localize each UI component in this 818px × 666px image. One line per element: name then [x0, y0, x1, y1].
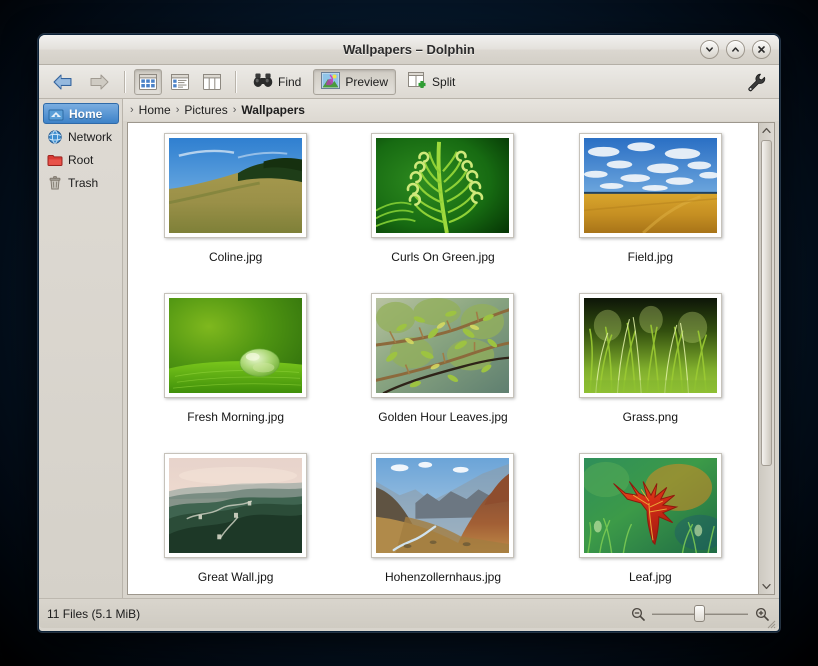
sidebar-item-label: Home — [69, 106, 103, 121]
back-button[interactable] — [47, 69, 79, 95]
window-controls — [700, 40, 771, 59]
thumbnail-image-curls — [376, 138, 510, 233]
scrollbar-track[interactable] — [759, 138, 774, 579]
window-titlebar[interactable]: Wallpapers – Dolphin — [39, 35, 779, 65]
vertical-scrollbar[interactable] — [758, 122, 775, 595]
file-item[interactable]: Fresh Morning.jpg — [132, 290, 339, 450]
preview-button-label: Preview — [345, 74, 389, 89]
find-button[interactable]: Find — [245, 69, 309, 95]
desktop-background: Wallpapers – Dolphin Find Preview Split … — [0, 0, 818, 666]
window-title: Wallpapers – Dolphin — [343, 42, 475, 57]
zoom-out-icon[interactable] — [631, 607, 645, 621]
toolbar-separator — [124, 70, 125, 93]
breadcrumb-separator: › — [130, 104, 134, 116]
breadcrumb-item-wallpapers[interactable]: Wallpapers — [241, 103, 305, 117]
file-name: Great Wall.jpg — [197, 570, 274, 584]
file-item[interactable]: Great Wall.jpg — [132, 450, 339, 594]
window-body: Home Network Root Trash › Home › Picture… — [39, 99, 779, 598]
scrollbar-thumb[interactable] — [761, 140, 772, 467]
file-thumbnail — [164, 293, 308, 398]
file-name: Fresh Morning.jpg — [187, 410, 285, 424]
configure-button[interactable] — [741, 69, 771, 95]
file-item[interactable]: Coline.jpg — [132, 130, 339, 290]
sidebar-item-network[interactable]: Network — [43, 126, 119, 147]
file-thumbnail — [164, 453, 308, 558]
main-toolbar: Find Preview Split — [39, 65, 779, 99]
breadcrumb-item-pictures[interactable]: Pictures — [184, 103, 227, 117]
toolbar-separator — [235, 70, 236, 93]
file-thumbnail — [371, 453, 515, 558]
file-thumbnail — [578, 453, 722, 558]
thumbnail-image-leaf — [583, 458, 717, 553]
thumbnail-image-coline — [169, 138, 303, 233]
sidebar-item-label: Network — [68, 129, 113, 144]
file-thumbnail — [164, 133, 308, 238]
file-item[interactable]: Hohenzollernhaus.jpg — [339, 450, 546, 594]
file-view[interactable]: Coline.jpg Curls On Green.jpg Field.jpg … — [127, 122, 758, 595]
icon-grid: Coline.jpg Curls On Green.jpg Field.jpg … — [128, 123, 758, 594]
minimize-button[interactable] — [700, 40, 719, 59]
status-text: 11 Files (5.1 MiB) — [47, 606, 141, 621]
file-name: Field.jpg — [627, 250, 673, 264]
file-name: Leaf.jpg — [628, 570, 672, 584]
breadcrumb-item-home[interactable]: Home — [139, 103, 171, 117]
zoom-control — [631, 604, 769, 622]
dolphin-window: Wallpapers – Dolphin Find Preview Split … — [38, 34, 780, 632]
breadcrumb-separator: › — [232, 104, 237, 116]
thumbnail-image-hohen — [376, 458, 510, 553]
network-globe-icon — [47, 129, 63, 145]
thumbnail-image-field — [583, 138, 717, 233]
file-thumbnail — [578, 293, 722, 398]
file-item[interactable]: Curls On Green.jpg — [339, 130, 546, 290]
sidebar-item-label: Trash — [68, 175, 99, 190]
trash-icon — [47, 175, 63, 191]
resize-grip[interactable] — [766, 616, 776, 629]
view-icons-button[interactable] — [134, 68, 162, 95]
forward-button[interactable] — [83, 69, 115, 95]
file-name: Grass.png — [622, 410, 678, 424]
file-item[interactable]: Grass.png — [547, 290, 754, 450]
file-name: Curls On Green.jpg — [391, 250, 495, 264]
file-item[interactable]: Golden Hour Leaves.jpg — [339, 290, 546, 450]
view-details-button[interactable] — [166, 69, 194, 95]
status-bar: 11 Files (5.1 MiB) — [39, 598, 779, 629]
preview-button[interactable]: Preview — [313, 68, 397, 95]
view-columns-button[interactable] — [198, 69, 226, 95]
find-button-label: Find — [278, 74, 302, 89]
file-name: Coline.jpg — [208, 250, 263, 264]
sidebar-item-home[interactable]: Home — [43, 103, 119, 124]
file-name: Golden Hour Leaves.jpg — [378, 410, 508, 424]
places-sidebar: Home Network Root Trash — [39, 99, 123, 598]
breadcrumb-separator: › — [175, 104, 180, 116]
thumbnail-image-golden — [376, 298, 510, 393]
content-pane: › Home › Pictures › Wallpapers Coline.jp… — [123, 99, 779, 598]
maximize-button[interactable] — [726, 40, 745, 59]
scroll-up-arrow[interactable] — [759, 123, 774, 138]
thumbnail-image-freshmorning — [169, 298, 303, 393]
thumbnail-image-greatwall — [169, 458, 303, 553]
file-name: Hohenzollernhaus.jpg — [384, 570, 502, 584]
split-button[interactable]: Split — [400, 69, 463, 95]
scroll-down-arrow[interactable] — [759, 579, 774, 594]
thumbnail-image-grass — [583, 298, 717, 393]
file-thumbnail — [371, 133, 515, 238]
sidebar-item-trash[interactable]: Trash — [43, 172, 119, 193]
home-folder-icon — [48, 106, 64, 122]
preview-image-icon — [321, 71, 341, 92]
file-item[interactable]: Field.jpg — [547, 130, 754, 290]
sidebar-item-root[interactable]: Root — [43, 149, 119, 170]
sidebar-item-label: Root — [68, 152, 94, 167]
split-view-icon — [408, 71, 427, 92]
binoculars-icon — [253, 72, 273, 91]
file-thumbnail — [371, 293, 515, 398]
file-item[interactable]: Leaf.jpg — [547, 450, 754, 594]
split-button-label: Split — [432, 74, 456, 89]
close-button[interactable] — [752, 40, 771, 59]
file-thumbnail — [578, 133, 722, 238]
file-view-wrapper: Coline.jpg Curls On Green.jpg Field.jpg … — [123, 121, 779, 598]
slider-handle[interactable] — [694, 604, 705, 622]
breadcrumb: › Home › Pictures › Wallpapers — [123, 99, 779, 121]
red-folder-icon — [47, 152, 63, 168]
zoom-slider[interactable] — [652, 604, 748, 622]
